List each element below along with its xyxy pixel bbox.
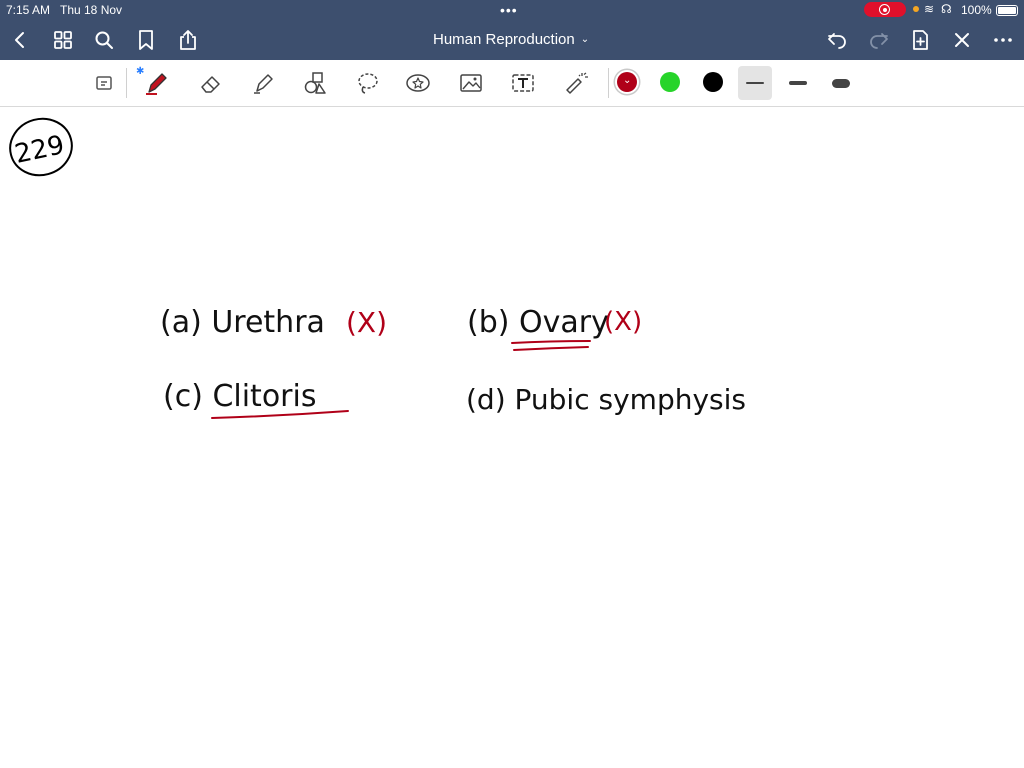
option-b: (b) Ovary [467,305,609,340]
option-b-underline [511,340,591,351]
search-icon[interactable] [92,28,116,52]
redo-icon[interactable] [867,28,891,52]
status-time: 7:15 AM [6,3,51,17]
document-title-text: Human Reproduction [433,31,575,48]
stroke-thick[interactable] [824,66,858,100]
top-bar: 7:15 AM Thu 18 Nov ••• ≋ ☊ 100% Human Re… [0,0,1024,60]
color-swatch-black[interactable] [703,72,723,92]
color-swatch-red[interactable]: ⌄ [617,72,637,92]
multitasking-dots-icon[interactable]: ••• [500,2,518,18]
select-icon[interactable] [92,70,118,96]
screen-recording-icon[interactable] [864,2,906,17]
eraser-icon[interactable] [198,70,224,96]
undo-icon[interactable] [825,28,849,52]
question-number: 229 [12,130,67,170]
stroke-thin-selected[interactable] [738,66,772,100]
add-page-icon[interactable] [908,28,932,52]
sticker-icon[interactable] [405,70,431,96]
status-date: Thu 18 Nov [60,3,123,17]
image-icon[interactable] [458,70,484,96]
chevron-down-icon: ⌄ [623,75,632,86]
back-icon[interactable] [8,28,32,52]
lasso-icon[interactable] [355,70,381,96]
toolbar-divider [126,68,127,98]
status-bar: 7:15 AM Thu 18 Nov ••• ≋ ☊ 100% [0,0,1024,20]
battery-percent: 100% [961,3,992,17]
note-canvas[interactable]: 229 (a) Urethra (X) (b) Ovary (X) (c) Cl… [0,107,1024,768]
option-c: (c) Clitoris [163,379,316,414]
grid-view-icon[interactable] [51,28,75,52]
shapes-icon[interactable] [302,70,328,96]
option-a-wrong-mark: (X) [346,306,387,339]
mic-indicator-icon [913,6,919,12]
handwriting-layer: 229 (a) Urethra (X) (b) Ovary (X) (c) Cl… [9,117,746,419]
close-icon[interactable] [950,28,974,52]
document-title[interactable]: Human Reproduction ⌄ [433,31,589,48]
option-a: (a) Urethra [160,305,325,340]
headphones-icon: ☊ [941,2,952,16]
drawing-toolbar: ✱ ⌄ [0,60,1024,107]
highlighter-icon[interactable] [250,70,276,96]
chevron-down-icon: ⌄ [580,34,590,45]
option-d: (d) Pubic symphysis [466,383,746,416]
bookmark-icon[interactable] [134,28,158,52]
share-icon[interactable] [176,28,200,52]
toolbar-divider [608,68,609,98]
bluetooth-icon: ✱ [136,66,145,77]
wifi-icon: ≋ [924,2,935,16]
laser-pointer-icon[interactable] [563,70,589,96]
more-options-icon[interactable] [991,28,1015,52]
option-b-wrong-mark: (X) [604,307,642,337]
text-icon[interactable] [510,70,536,96]
document-nav-bar: Human Reproduction ⌄ [0,20,1024,60]
color-swatch-green[interactable] [660,72,680,92]
stroke-medium[interactable] [781,66,815,100]
pen-icon[interactable] [143,70,169,96]
battery-icon [996,5,1018,16]
